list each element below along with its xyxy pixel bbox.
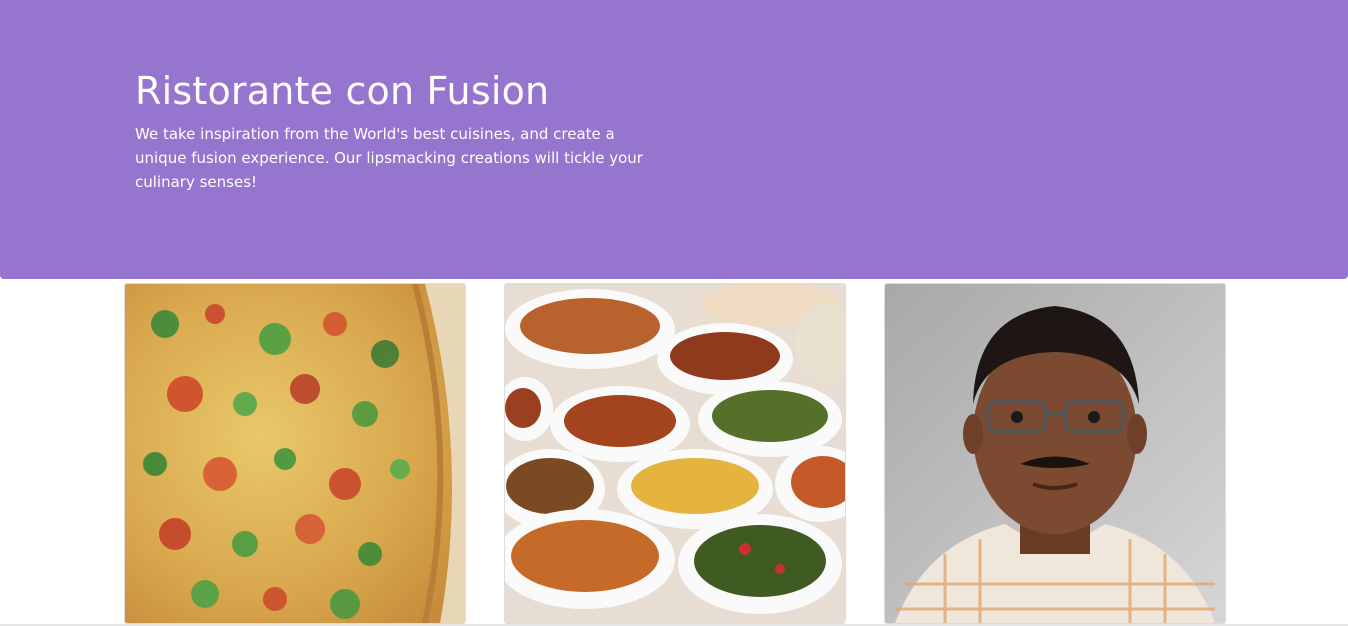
jumbotron-header: Ristorante con Fusion We take inspiratio… xyxy=(0,0,1348,279)
featured-promotion-card[interactable] xyxy=(504,283,846,624)
featured-leader-card[interactable] xyxy=(884,283,1226,624)
restaurant-description: We take inspiration from the World's bes… xyxy=(135,125,643,191)
pizza-image xyxy=(125,284,465,623)
restaurant-title: Ristorante con Fusion xyxy=(135,69,550,113)
buffet-image xyxy=(505,284,845,623)
featured-dish-card[interactable] xyxy=(124,283,466,624)
chef-portrait-image xyxy=(885,284,1225,623)
